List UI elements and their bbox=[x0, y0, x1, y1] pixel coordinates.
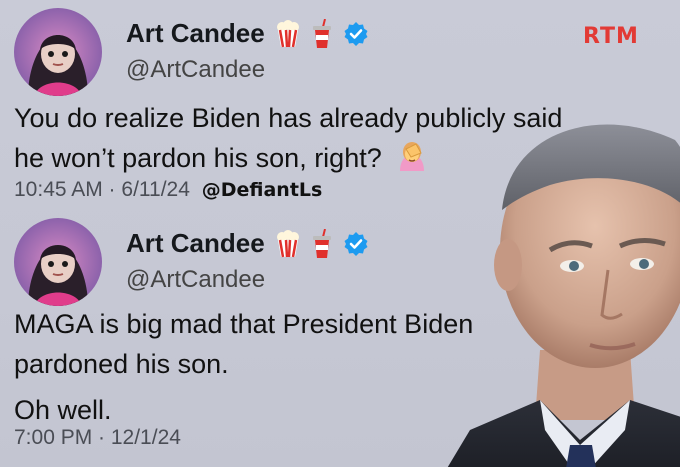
popcorn-icon bbox=[276, 229, 299, 257]
tweet-text-line: MAGA is big mad that President Biden bbox=[14, 309, 474, 339]
avatar[interactable] bbox=[14, 8, 102, 96]
verified-badge-icon bbox=[344, 231, 368, 256]
avatar[interactable] bbox=[14, 218, 102, 306]
soda-cup-icon bbox=[312, 18, 331, 48]
tweet-text-line: he won’t pardon his son, right? bbox=[14, 138, 562, 178]
display-name[interactable]: Art Candee bbox=[126, 228, 265, 259]
rtm-watermark: RTM bbox=[583, 24, 639, 49]
tweet-meta: 7:00 PM · 12/1/24 bbox=[14, 426, 181, 450]
timestamp[interactable]: 7:00 PM · 12/1/24 bbox=[14, 426, 181, 449]
display-name[interactable]: Art Candee bbox=[126, 18, 265, 49]
tweet-text-line-content: he won’t pardon his son, right? bbox=[14, 143, 382, 173]
soda-cup-icon bbox=[312, 228, 331, 258]
tweet-text: MAGA is big mad that President Biden par… bbox=[14, 304, 473, 430]
tweet-text-line: You do realize Biden has already publicl… bbox=[14, 103, 563, 133]
popcorn-icon bbox=[276, 19, 299, 47]
tweet-text-line: pardoned his son. bbox=[14, 349, 229, 379]
facepalm-emoji-icon bbox=[400, 142, 425, 171]
tweet-text: You do realize Biden has already publicl… bbox=[14, 98, 562, 178]
handle[interactable]: @ArtCandee bbox=[126, 266, 265, 294]
handle[interactable]: @ArtCandee bbox=[126, 56, 265, 84]
tweet-meta: 10:45 AM · 6/11/24 @DefiantLs bbox=[14, 178, 322, 202]
timestamp[interactable]: 10:45 AM · 6/11/24 bbox=[14, 178, 190, 201]
tweet-text-line: Oh well. bbox=[14, 395, 112, 425]
verified-badge-icon bbox=[344, 21, 368, 46]
image-stage: RTM Art Candee @ArtCandee You do realize… bbox=[0, 0, 680, 467]
credit-handle: @DefiantLs bbox=[201, 179, 323, 201]
